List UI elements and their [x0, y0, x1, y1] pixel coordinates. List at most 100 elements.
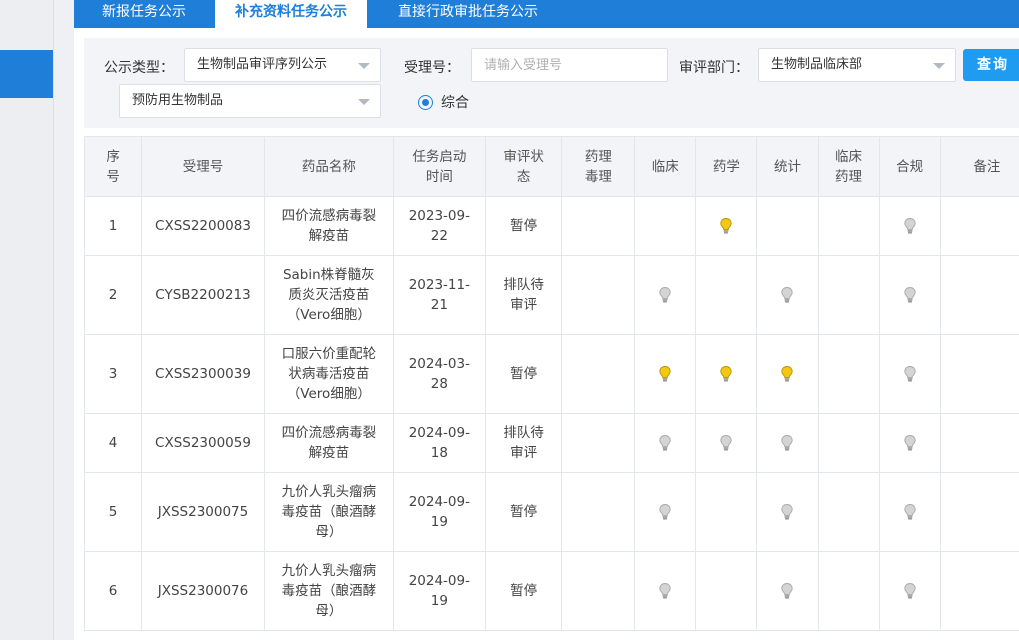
cell-status: 排队待 审评 — [484, 413, 563, 473]
cell-clin-pharm — [817, 255, 880, 335]
category-select-value: 预防用生物制品 — [132, 93, 224, 108]
cell-start-time: 2024-09- 19 — [392, 551, 486, 631]
drug_name-line: 四价流感病毒裂 — [281, 208, 377, 224]
table-row: 2 CYSB2200213 Sabin株脊髓灰 质炎灭活疫苗 （Vero细胞） 2023-… — [83, 255, 1019, 335]
chevron-down-icon — [358, 99, 370, 105]
cell-seq: 3 — [83, 334, 143, 414]
header-pharm-tox: 药理 毒理 — [561, 136, 636, 197]
drug_name-line: 毒疫苗（酿酒酵 — [281, 504, 377, 520]
cell-start-time: 2024-03- 28 — [392, 334, 486, 414]
header-compliance: 合规 — [878, 136, 941, 197]
cell-drug-name: 四价流感病毒裂 解疫苗 — [263, 196, 394, 256]
chevron-down-icon — [933, 63, 945, 69]
lightbulb-icon — [659, 504, 671, 520]
cell-remarks — [939, 255, 1019, 335]
cell-clin-pharm — [817, 472, 880, 552]
cell-remarks — [939, 472, 1019, 552]
drug_name-line: 九价人乳头瘤病 — [281, 563, 377, 579]
cell-status: 暂停 — [484, 472, 563, 552]
drug_name-line: 母） — [315, 603, 343, 619]
tab-direct-approval[interactable]: 直接行政审批任务公示 — [398, 0, 538, 28]
cell-accept-no: JXSS2300075 — [141, 472, 265, 552]
cell-compliance — [878, 551, 941, 631]
cell-seq: 4 — [83, 413, 143, 473]
accept-no-input[interactable] — [471, 48, 668, 82]
start_time-line: 18 — [430, 445, 448, 461]
cell-status: 暂停 — [484, 196, 563, 256]
tab-new-report[interactable]: 新报任务公示 — [102, 0, 186, 28]
seq-text: 3 — [108, 366, 118, 382]
cell-clin-pharm — [817, 413, 880, 473]
status-line: 排队待 — [503, 277, 544, 293]
cell-clinical — [634, 196, 697, 256]
drug_name-line: 九价人乳头瘤病 — [281, 484, 377, 500]
cell-start-time: 2024-09- 18 — [392, 413, 486, 473]
drug_name-line: 状病毒活疫苗 — [288, 366, 370, 382]
start_time-line: 19 — [430, 593, 448, 609]
cell-start-time: 2024-09- 19 — [392, 472, 486, 552]
seq-text: 1 — [108, 218, 118, 234]
radio-selected-icon[interactable] — [418, 94, 433, 110]
radio-label: 综合 — [441, 95, 469, 111]
status-line: 暂停 — [510, 218, 538, 234]
cell-clinical — [634, 255, 697, 335]
cell-compliance — [878, 413, 941, 473]
cell-seq: 5 — [83, 472, 143, 552]
header-seq: 序号 — [83, 136, 143, 197]
left-sidebar — [0, 0, 54, 640]
start_time-line: 2023-11- — [408, 277, 470, 293]
category-select[interactable]: 预防用生物制品 — [119, 84, 381, 118]
radio-comprehensive[interactable]: 综合 — [418, 92, 469, 112]
header-start-time: 任务启动 时间 — [392, 136, 486, 197]
cell-clinical — [634, 551, 697, 631]
type-select[interactable]: 生物制品审评序列公示 — [184, 48, 381, 82]
status-line: 审评 — [510, 445, 538, 461]
cell-pharmacy — [695, 551, 758, 631]
cell-clinical — [634, 334, 697, 414]
lightbulb-icon — [781, 287, 794, 303]
header-pharmacy: 药学 — [695, 136, 758, 197]
drug_name-line: （Vero细胞） — [286, 386, 371, 402]
cell-statistics — [756, 413, 819, 473]
start_time-line: 22 — [430, 228, 448, 244]
cell-seq: 1 — [83, 196, 143, 256]
table-header-row: 序号 受理号 药品名称 任务启动 时间 审评状态 药理 毒理 临床 药学 统计 临床… — [83, 136, 1019, 197]
drug_name-line: 毒疫苗（酿酒酵 — [281, 583, 377, 599]
lightbulb-icon — [903, 583, 916, 599]
table-row: 5 JXSS2300075 九价人乳头瘤病 毒疫苗（酿酒酵 母） 2024-09- 19 暂停 — [83, 472, 1019, 552]
cell-pharmacy — [695, 413, 758, 473]
accept-no-text: JXSS2300075 — [157, 504, 249, 520]
cell-drug-name: 九价人乳头瘤病 毒疫苗（酿酒酵 母） — [263, 551, 394, 631]
accept-no-text: CXSS2300039 — [155, 366, 251, 382]
chevron-down-icon — [358, 63, 370, 69]
lightbulb-icon — [720, 218, 733, 234]
status-line: 暂停 — [510, 366, 538, 382]
lightbulb-icon — [903, 435, 916, 451]
start_time-line: 19 — [430, 514, 448, 530]
header-statistics: 统计 — [756, 136, 819, 197]
cell-pharmacy — [695, 334, 758, 414]
query-button[interactable]: 查询 — [963, 49, 1019, 81]
tab-supplementary[interactable]: 补充资料任务公示 — [215, 0, 367, 28]
sidebar-active-item[interactable] — [0, 50, 54, 98]
cell-clinical — [634, 472, 697, 552]
drug_name-line: 解疫苗 — [308, 228, 350, 244]
cell-statistics — [756, 255, 819, 335]
cell-seq: 6 — [83, 551, 143, 631]
drug_name-line: 口服六价重配轮 — [281, 346, 377, 362]
lightbulb-icon — [903, 366, 916, 382]
seq-text: 2 — [108, 287, 118, 303]
cell-seq: 2 — [83, 255, 143, 335]
start_time-line: 28 — [430, 376, 448, 392]
cell-pharm-tox — [561, 551, 636, 631]
lightbulb-icon — [720, 435, 733, 451]
table-row: 1 CXSS2200083 四价流感病毒裂 解疫苗 2023-09- 22 暂停 — [83, 196, 1019, 256]
cell-start-time: 2023-11- 21 — [392, 255, 486, 335]
cell-remarks — [939, 196, 1019, 256]
dept-select[interactable]: 生物制品临床部 — [758, 48, 956, 82]
cell-clin-pharm — [817, 551, 880, 631]
start_time-line: 21 — [430, 297, 448, 313]
lightbulb-icon — [781, 583, 794, 599]
sidebar-divider — [53, 0, 54, 640]
cell-compliance — [878, 472, 941, 552]
